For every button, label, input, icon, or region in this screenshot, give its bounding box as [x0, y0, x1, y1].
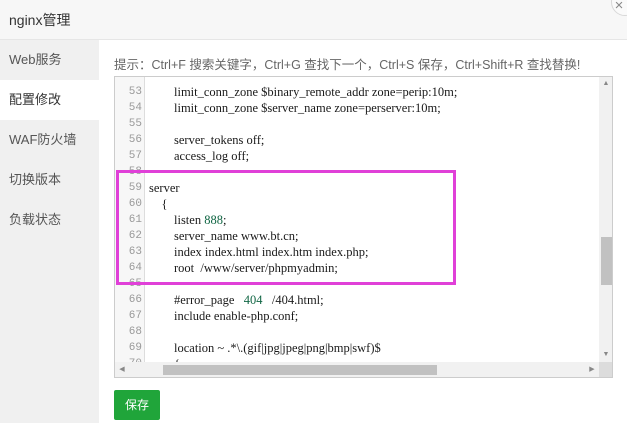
shortcut-hint: 提示：Ctrl+F 搜索关键字，Ctrl+G 查找下一个，Ctrl+S 保存，C…	[114, 58, 581, 72]
code-text[interactable]: access_log off;	[149, 148, 249, 164]
line-number: 69	[128, 342, 142, 354]
sidebar: Web服务 配置修改 WAF防火墙 切换版本 负载状态	[0, 40, 99, 423]
code-text[interactable]: limit_conn_zone $binary_remote_addr zone…	[149, 84, 457, 100]
line-number: 53	[128, 86, 142, 98]
scroll-down-icon[interactable]: ▼	[599, 348, 612, 362]
sidebar-item-config-edit[interactable]: 配置修改	[0, 80, 99, 120]
code-text[interactable]: server_tokens off;	[149, 132, 264, 148]
vertical-scroll-thumb[interactable]	[601, 237, 612, 285]
line-number: 55	[128, 118, 142, 130]
code-text[interactable]: limit_conn_zone $server_name zone=perser…	[149, 100, 441, 116]
scroll-right-icon[interactable]: ▶	[585, 362, 599, 377]
line-number: 54	[128, 102, 142, 114]
sidebar-item-waf-firewall[interactable]: WAF防火墙	[0, 120, 99, 160]
line-number: 68	[128, 326, 142, 338]
scrollbar-corner	[599, 362, 612, 377]
scroll-left-icon[interactable]: ◀	[115, 362, 129, 377]
save-button[interactable]: 保存	[114, 390, 160, 420]
horizontal-scroll-thumb[interactable]	[163, 365, 437, 375]
window-title: nginx管理	[9, 12, 71, 28]
line-number: 56	[128, 134, 142, 146]
code-text[interactable]: #error_page 404 /404.html;	[149, 292, 324, 308]
code-text[interactable]: include enable-php.conf;	[149, 308, 298, 324]
number-literal: 404	[243, 293, 263, 307]
horizontal-scrollbar[interactable]: ◀ ▶	[115, 362, 599, 377]
sidebar-item-switch-version[interactable]: 切换版本	[0, 160, 99, 200]
scroll-up-icon[interactable]: ▲	[599, 77, 612, 91]
sidebar-item-load-status[interactable]: 负载状态	[0, 200, 99, 240]
vertical-scrollbar[interactable]: ▲ ▼	[599, 77, 612, 362]
server-block-highlight	[116, 170, 456, 285]
line-number: 67	[128, 310, 142, 322]
close-icon: ×	[614, 0, 624, 14]
line-number: 66	[128, 294, 142, 306]
sidebar-item-web-service[interactable]: Web服务	[0, 40, 99, 80]
title-bar: nginx管理	[0, 0, 627, 40]
line-number: 57	[128, 150, 142, 162]
code-text[interactable]: location ~ .*\.(gif|jpg|jpeg|png|bmp|swf…	[149, 340, 381, 356]
